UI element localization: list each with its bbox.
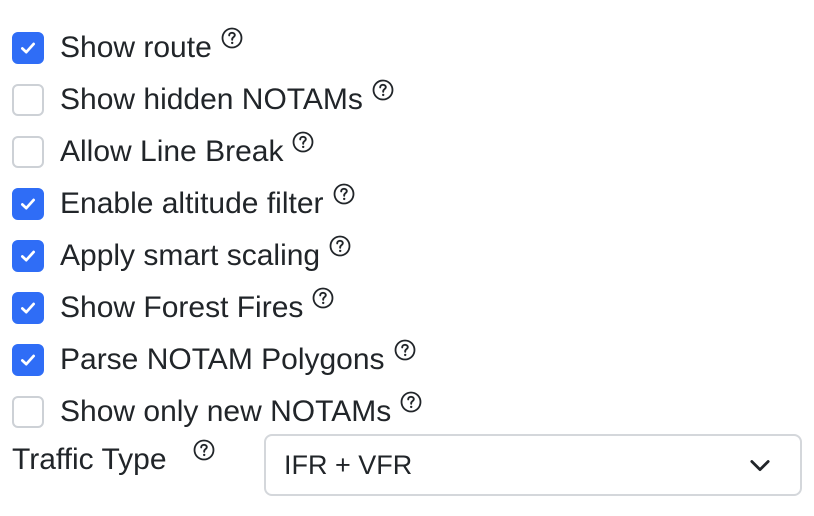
option-show-hidden-notams: Show hidden NOTAMs: [12, 74, 802, 126]
question-circle-icon[interactable]: [371, 78, 395, 102]
question-circle-icon[interactable]: [220, 26, 244, 50]
question-circle-icon[interactable]: [192, 438, 216, 462]
question-circle-icon[interactable]: [291, 130, 315, 154]
question-circle-icon[interactable]: [311, 286, 335, 310]
question-circle-icon[interactable]: [332, 182, 356, 206]
question-circle-icon[interactable]: [393, 338, 417, 362]
show-only-new-notams-checkbox[interactable]: [12, 396, 44, 428]
question-circle-icon[interactable]: [328, 234, 352, 258]
parse-notam-polygons-label: Parse NOTAM Polygons: [60, 343, 385, 376]
question-circle-icon[interactable]: [399, 390, 423, 414]
show-forest-fires-checkbox[interactable]: [12, 292, 44, 324]
check-icon: [21, 198, 35, 210]
enable-altitude-filter-checkbox[interactable]: [12, 188, 44, 220]
show-route-label: Show route: [60, 31, 212, 64]
check-icon: [21, 42, 35, 54]
option-parse-notam-polygons: Parse NOTAM Polygons: [12, 334, 802, 386]
settings-options: Show route Show hidden NOTAMs Allow Line…: [12, 22, 802, 438]
traffic-type-label: Traffic Type: [12, 443, 167, 476]
traffic-type-select[interactable]: IFR + VFR: [264, 434, 802, 496]
enable-altitude-filter-label: Enable altitude filter: [60, 187, 324, 220]
option-apply-smart-scaling: Apply smart scaling: [12, 230, 802, 282]
allow-line-break-label: Allow Line Break: [60, 135, 284, 168]
apply-smart-scaling-label: Apply smart scaling: [60, 239, 321, 272]
show-forest-fires-label: Show Forest Fires: [60, 291, 304, 324]
check-icon: [21, 302, 35, 314]
show-only-new-notams-label: Show only new NOTAMs: [60, 395, 392, 428]
show-route-checkbox[interactable]: [12, 32, 44, 64]
option-allow-line-break: Allow Line Break: [12, 126, 802, 178]
show-hidden-notams-checkbox[interactable]: [12, 84, 44, 116]
traffic-type-row: Traffic Type IFR + VFR: [12, 434, 802, 496]
apply-smart-scaling-checkbox[interactable]: [12, 240, 44, 272]
option-enable-altitude-filter: Enable altitude filter: [12, 178, 802, 230]
option-show-only-new-notams: Show only new NOTAMs: [12, 386, 802, 438]
check-icon: [21, 250, 35, 262]
allow-line-break-checkbox[interactable]: [12, 136, 44, 168]
show-hidden-notams-label: Show hidden NOTAMs: [60, 83, 363, 116]
traffic-type-selected-value: IFR + VFR: [284, 449, 413, 480]
option-show-forest-fires: Show Forest Fires: [12, 282, 802, 334]
parse-notam-polygons-checkbox[interactable]: [12, 344, 44, 376]
check-icon: [21, 354, 35, 366]
option-show-route: Show route: [12, 22, 802, 74]
chevron-down-icon: [750, 460, 770, 472]
